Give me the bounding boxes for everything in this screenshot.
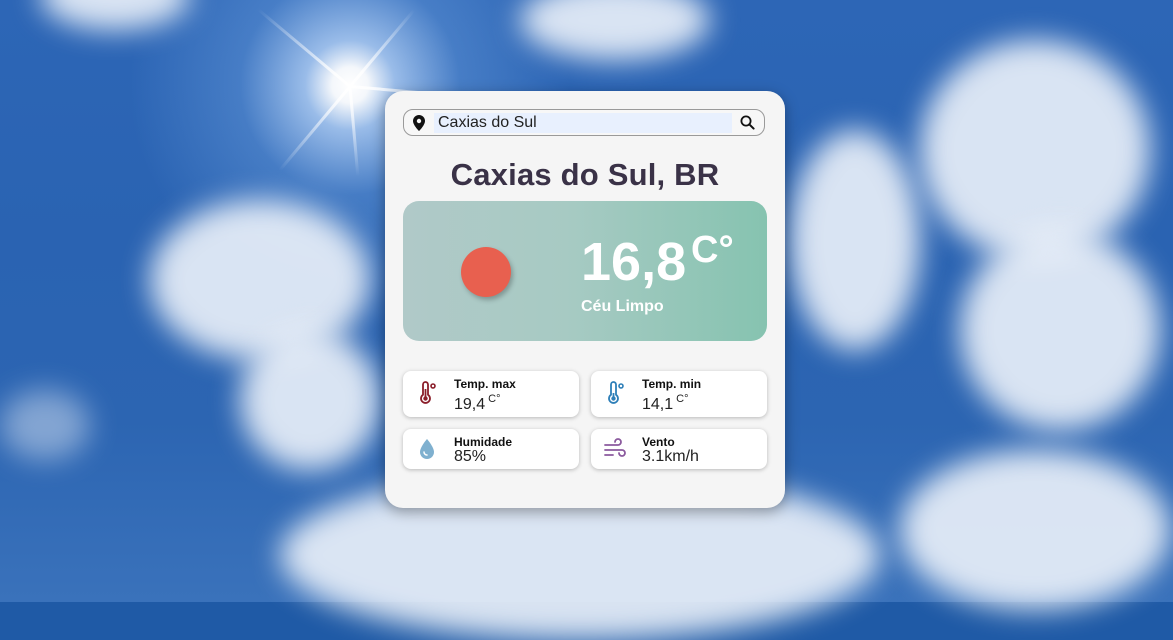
thermometer-hot-icon <box>420 381 436 404</box>
temp-max-value-line: 19,4 C° <box>454 393 500 414</box>
cloud <box>40 0 190 30</box>
cloud <box>790 130 920 350</box>
humidity-value: 85% <box>454 448 487 465</box>
cloud <box>520 0 710 60</box>
thermometer-cold-icon <box>608 381 624 404</box>
cloud <box>960 230 1160 430</box>
weather-card: Caxias do Sul, BR 16,8 C° Céu Limpo Temp… <box>385 91 785 508</box>
current-weather-panel: 16,8 C° Céu Limpo <box>403 201 767 341</box>
cloud <box>240 330 380 470</box>
search-bar <box>403 109 765 136</box>
temp-max-tile: Temp. max 19,4 C° <box>403 371 579 417</box>
wind-label: Vento <box>642 435 675 449</box>
search-icon[interactable] <box>740 115 755 130</box>
city-title: Caxias do Sul, BR <box>450 157 720 192</box>
sun-ray <box>348 8 416 88</box>
city-search-input[interactable] <box>434 113 732 133</box>
temp-min-unit: C° <box>676 393 689 405</box>
humidity-tile: Humidade 85% <box>403 429 579 469</box>
humidity-label: Humidade <box>454 435 513 449</box>
temp-min-value: 14,1 <box>642 396 674 413</box>
wind-tile: Vento 3.1km/h <box>591 429 767 469</box>
temp-min-label: Temp. min <box>642 377 702 391</box>
sun-ray <box>348 86 360 177</box>
cloud <box>920 40 1150 260</box>
temperature-unit: C° <box>691 229 734 271</box>
wind-icon <box>604 438 626 457</box>
wind-value: 3.1km/h <box>642 448 699 465</box>
water-drop-icon <box>420 439 434 459</box>
clear-sky-icon <box>461 247 511 297</box>
temp-min-tile: Temp. min 14,1 C° <box>591 371 767 417</box>
current-temperature: 16,8 <box>581 232 687 292</box>
sun-ray <box>257 8 351 88</box>
sun-ray <box>278 85 352 172</box>
weather-description: Céu Limpo <box>581 298 664 315</box>
cloud <box>900 450 1170 610</box>
temp-min-value-line: 14,1 C° <box>642 393 688 414</box>
location-pin-icon <box>413 115 425 131</box>
temp-max-value: 19,4 <box>454 396 486 413</box>
cloud <box>0 390 90 460</box>
temp-max-unit: C° <box>488 393 501 405</box>
temp-max-label: Temp. max <box>454 377 516 391</box>
